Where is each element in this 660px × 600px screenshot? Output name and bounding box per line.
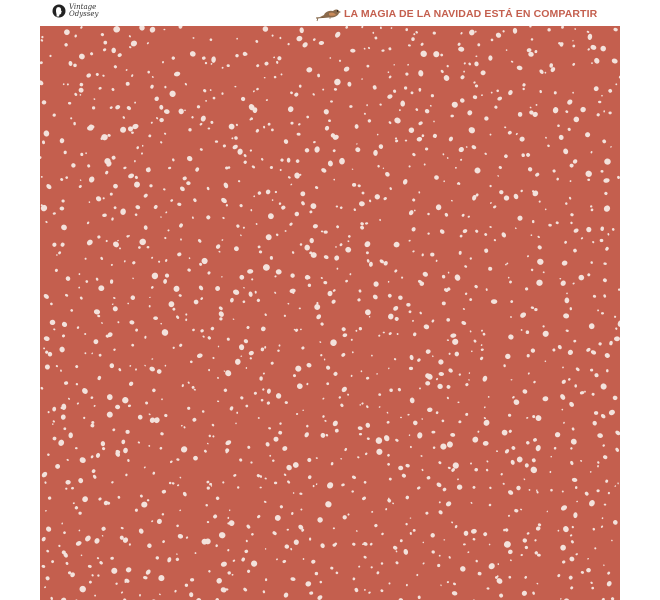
header: Vintage Odyssey LA MAGIA DE LA NAVIDAD E… xyxy=(0,0,660,26)
speckle-dot xyxy=(544,208,547,211)
speckle-dot xyxy=(286,157,291,163)
speckle-dot xyxy=(365,251,369,255)
speckle-dot xyxy=(400,416,402,419)
bird-icon xyxy=(316,9,341,22)
speckle-dot xyxy=(206,486,210,490)
speckle-dot xyxy=(382,167,385,170)
brand-line-2: Odyssey xyxy=(69,10,99,18)
speckle-dot xyxy=(400,100,406,107)
speckle-dot xyxy=(593,411,599,415)
tagline-text: LA MAGIA DE LA NAVIDAD ESTÁ EN COMPARTIR xyxy=(344,8,598,20)
speckle-dot xyxy=(158,575,165,582)
speckle-dot xyxy=(484,116,489,121)
speckle-dot xyxy=(308,537,312,541)
tagline: LA MAGIA DE LA NAVIDAD ESTÁ EN COMPARTIR xyxy=(316,4,597,24)
silhouette-logo-icon xyxy=(52,4,66,18)
patterned-paper xyxy=(40,26,620,600)
speckle-dot xyxy=(184,583,189,587)
speckle-dot xyxy=(111,47,116,54)
speckle-dot xyxy=(522,87,525,91)
speckle-dot xyxy=(382,331,385,334)
speckle-dot xyxy=(237,486,240,489)
speckle-dot xyxy=(477,43,481,47)
polka-dot-pattern xyxy=(40,26,620,600)
speckle-dot xyxy=(517,111,523,117)
speckle-dot xyxy=(207,127,211,130)
brand-logo: Vintage Odyssey xyxy=(52,4,98,18)
speckle-dot xyxy=(408,366,414,371)
speckle-dot xyxy=(100,137,103,140)
speckle-dot xyxy=(490,299,498,304)
speckle-dot xyxy=(146,499,150,502)
speckle-dot xyxy=(273,436,279,442)
